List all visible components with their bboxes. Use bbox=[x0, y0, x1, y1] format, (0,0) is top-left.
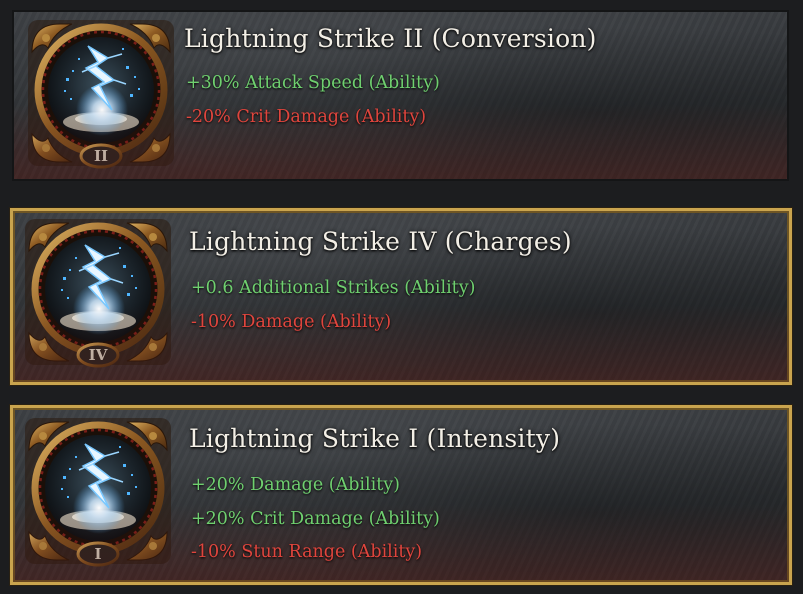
stat-line: -10% Damage (Ability) bbox=[191, 312, 392, 332]
stat-line: -20% Crit Damage (Ability) bbox=[186, 107, 427, 127]
rank-numeral: IV bbox=[89, 346, 108, 364]
talent-title: Lightning Strike I (Intensity) bbox=[189, 424, 561, 453]
talent-title: Lightning Strike IV (Charges) bbox=[189, 227, 572, 256]
lightning-strike-icon: II bbox=[26, 18, 176, 168]
talent-card[interactable]: II Lightning Strike II (Conversion) +30%… bbox=[12, 10, 789, 181]
talent-list: II Lightning Strike II (Conversion) +30%… bbox=[0, 0, 803, 594]
stat-line: +0.6 Additional Strikes (Ability) bbox=[191, 278, 476, 298]
lightning-strike-icon: I bbox=[23, 416, 173, 566]
stat-line: +20% Crit Damage (Ability) bbox=[191, 509, 440, 529]
stat-line: +20% Damage (Ability) bbox=[191, 475, 400, 495]
stat-line: +30% Attack Speed (Ability) bbox=[186, 73, 440, 93]
rank-numeral: II bbox=[94, 147, 108, 165]
talent-card[interactable]: IV Lightning Strike IV (Charges) +0.6 Ad… bbox=[10, 208, 792, 385]
lightning-strike-icon: IV bbox=[23, 217, 173, 367]
rank-numeral: I bbox=[94, 545, 101, 563]
stat-line: -10% Stun Range (Ability) bbox=[191, 542, 423, 562]
talent-title: Lightning Strike II (Conversion) bbox=[184, 24, 597, 53]
talent-card[interactable]: I Lightning Strike I (Intensity) +20% Da… bbox=[10, 405, 792, 585]
